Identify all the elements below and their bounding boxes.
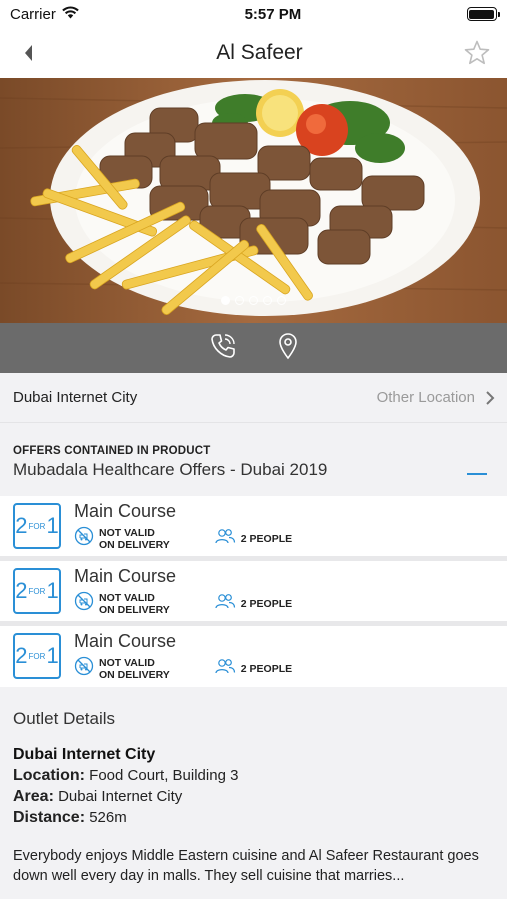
- carousel-page-indicator[interactable]: [0, 296, 507, 305]
- two-for-one-badge: 2 FOR 1: [13, 503, 61, 549]
- people-icon: [214, 593, 236, 614]
- navigation-bar: Al Safeer: [0, 28, 507, 78]
- offer-title: Main Course: [74, 566, 177, 586]
- collapse-icon[interactable]: [467, 473, 487, 475]
- people-label: 2 PEOPLE: [240, 597, 293, 610]
- carousel-dot[interactable]: [263, 296, 272, 305]
- battery-level: [469, 9, 495, 19]
- carrier-label: Carrier: [10, 5, 56, 23]
- action-bar: [0, 323, 507, 373]
- wifi-icon: [62, 5, 79, 23]
- outlet-details: Outlet Details Dubai Internet City Locat…: [0, 687, 507, 899]
- delivery-line-2: ON DELIVERY: [99, 603, 170, 616]
- two-for-one-badge: 2 FOR 1: [13, 568, 61, 614]
- carousel-dot[interactable]: [249, 296, 258, 305]
- badge-right: 1: [46, 643, 59, 668]
- delivery-restriction: NOT VALID ON DELIVERY: [74, 526, 170, 551]
- offer-tags: NOT VALID ON DELIVERY 2 PEOPLE: [74, 591, 292, 616]
- location-name: Dubai Internet City: [13, 389, 138, 406]
- distance-label: Distance:: [13, 809, 86, 826]
- people-label: 2 PEOPLE: [240, 532, 293, 545]
- favorite-button[interactable]: [457, 33, 497, 73]
- offer-title: Main Course: [74, 501, 177, 521]
- delivery-line-1: NOT VALID: [99, 656, 155, 669]
- battery-icon: [466, 7, 500, 21]
- area-value: Dubai Internet City: [53, 788, 183, 805]
- outlet-area: Area: Dubai Internet City: [13, 786, 494, 807]
- status-bar: Carrier 5:57 PM: [0, 0, 507, 28]
- offers-program-name: Mubadala Healthcare Offers - Dubai 2019: [13, 460, 328, 479]
- offer-list: 2 FOR 1 Main Course NOT VALID ON DELIVERY 2 PE…: [0, 496, 507, 687]
- badge-mid: FOR: [28, 521, 46, 531]
- map-button[interactable]: [277, 332, 299, 365]
- star-outline-icon: [464, 40, 490, 65]
- no-delivery-icon: [74, 656, 94, 681]
- badge-mid: FOR: [28, 651, 46, 661]
- carousel-dot[interactable]: [221, 296, 230, 305]
- delivery-line-1: NOT VALID: [99, 526, 155, 539]
- no-delivery-icon: [74, 526, 94, 551]
- delivery-text: NOT VALID ON DELIVERY: [99, 592, 170, 616]
- status-time: 5:57 PM: [244, 5, 302, 23]
- badge-left: 2: [15, 643, 28, 668]
- area-label: Area:: [13, 788, 54, 805]
- offers-caption: OFFERS CONTAINED IN PRODUCT: [13, 445, 211, 457]
- hero-image-carousel[interactable]: [0, 78, 507, 323]
- delivery-restriction: NOT VALID ON DELIVERY: [74, 591, 170, 616]
- other-location-link[interactable]: Other Location: [377, 389, 495, 406]
- offer-row[interactable]: 2 FOR 1 Main Course NOT VALID ON DELIVERY 2 PE…: [0, 561, 507, 621]
- badge-right: 1: [46, 513, 59, 538]
- delivery-line-2: ON DELIVERY: [99, 538, 170, 551]
- people-icon: [214, 528, 236, 549]
- offer-body: Main Course NOT VALID ON DELIVERY 2 PEOPLE: [74, 632, 292, 681]
- offer-body: Main Course NOT VALID ON DELIVERY 2 PEOPLE: [74, 567, 292, 616]
- outlet-details-title: Outlet Details: [13, 709, 116, 728]
- offer-row[interactable]: 2 FOR 1 Main Course NOT VALID ON DELIVERY 2 PE…: [0, 496, 507, 556]
- delivery-line-2: ON DELIVERY: [99, 668, 170, 681]
- badge-left: 2: [15, 513, 28, 538]
- offer-body: Main Course NOT VALID ON DELIVERY 2 PEOPLE: [74, 502, 292, 551]
- badge-left: 2: [15, 578, 28, 603]
- phone-icon: [210, 333, 235, 358]
- back-button[interactable]: [22, 33, 62, 73]
- people-label: 2 PEOPLE: [240, 662, 293, 675]
- map-pin-icon: [278, 332, 297, 359]
- outlet-name: Dubai Internet City: [13, 746, 156, 763]
- location-row[interactable]: Dubai Internet City Other Location: [0, 373, 507, 423]
- people-icon: [214, 658, 236, 679]
- distance-value: 526m: [85, 809, 127, 826]
- people-count: 2 PEOPLE: [214, 658, 292, 679]
- dish-photo: [0, 78, 507, 323]
- offer-row[interactable]: 2 FOR 1 Main Course NOT VALID ON DELIVERY 2 PE…: [0, 626, 507, 687]
- delivery-text: NOT VALID ON DELIVERY: [99, 657, 170, 681]
- outlet-distance: Distance: 526m: [13, 807, 494, 828]
- chevron-left-icon: [25, 45, 32, 61]
- outlet-description: Everybody enjoys Middle Eastern cuisine …: [13, 848, 479, 884]
- call-button[interactable]: [209, 332, 237, 365]
- offer-tags: NOT VALID ON DELIVERY 2 PEOPLE: [74, 526, 292, 551]
- two-for-one-badge: 2 FOR 1: [13, 633, 61, 679]
- other-location-label: Other Location: [376, 389, 475, 406]
- location-value: Food Court, Building 3: [85, 767, 239, 784]
- badge-mid: FOR: [28, 586, 46, 596]
- carousel-dot[interactable]: [277, 296, 286, 305]
- people-count: 2 PEOPLE: [214, 528, 292, 549]
- offer-tags: NOT VALID ON DELIVERY 2 PEOPLE: [74, 656, 292, 681]
- delivery-restriction: NOT VALID ON DELIVERY: [74, 656, 170, 681]
- carousel-dot[interactable]: [235, 296, 244, 305]
- offer-title: Main Course: [74, 631, 177, 651]
- chevron-right-icon: [486, 390, 495, 405]
- delivery-line-1: NOT VALID: [99, 591, 155, 604]
- page-title: Al Safeer: [216, 41, 303, 64]
- badge-right: 1: [46, 578, 59, 603]
- people-count: 2 PEOPLE: [214, 593, 292, 614]
- offers-header[interactable]: OFFERS CONTAINED IN PRODUCT Mubadala Hea…: [0, 423, 507, 496]
- outlet-location: Location: Food Court, Building 3: [13, 765, 494, 786]
- no-delivery-icon: [74, 591, 94, 616]
- location-label: Location:: [13, 767, 85, 784]
- delivery-text: NOT VALID ON DELIVERY: [99, 527, 170, 551]
